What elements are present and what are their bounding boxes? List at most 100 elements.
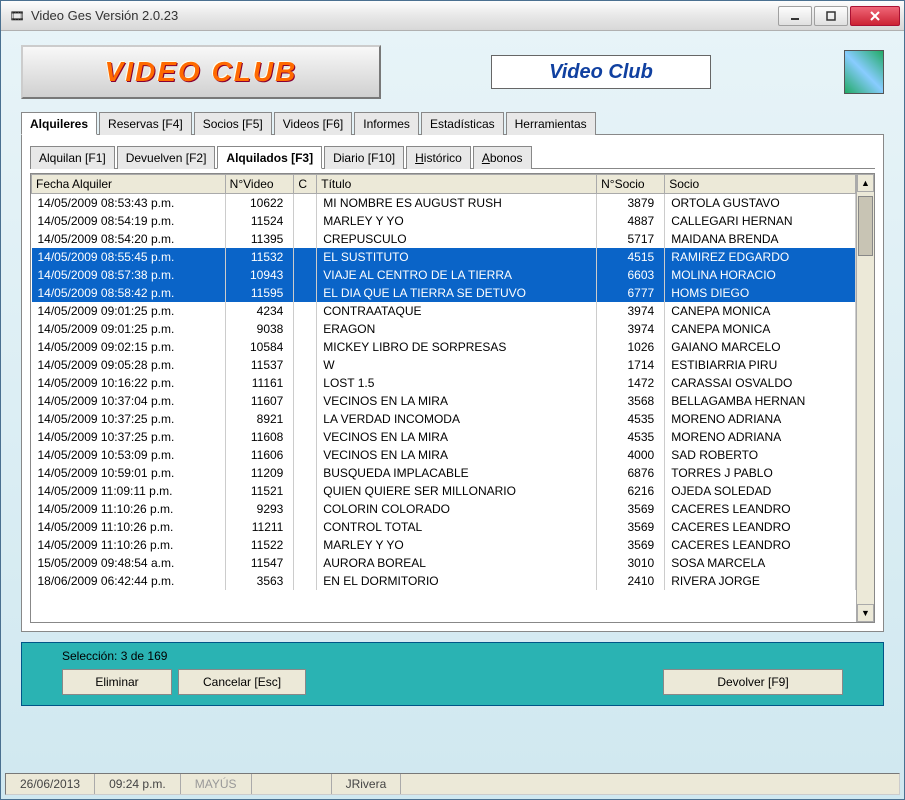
cell-fecha: 14/05/2009 10:16:22 p.m.: [32, 374, 226, 392]
devolver-button[interactable]: Devolver [F9]: [663, 669, 843, 695]
table-row[interactable]: 14/05/2009 08:57:38 p.m.10943VIAJE AL CE…: [32, 266, 856, 284]
cell-nsocio: 4515: [597, 248, 665, 266]
sub-tab-4[interactable]: Histórico: [406, 146, 471, 169]
table-row[interactable]: 14/05/2009 09:01:25 p.m.4234CONTRAATAQUE…: [32, 302, 856, 320]
table-body: 14/05/2009 08:53:43 p.m.10622MI NOMBRE E…: [32, 194, 856, 590]
cell-fecha: 14/05/2009 09:01:25 p.m.: [32, 320, 226, 338]
cell-fecha: 14/05/2009 09:01:25 p.m.: [32, 302, 226, 320]
main-panel: Alquilan [F1]Devuelven [F2]Alquilados [F…: [21, 135, 884, 632]
table-row[interactable]: 14/05/2009 11:09:11 p.m.11521QUIEN QUIER…: [32, 482, 856, 500]
header-banner: VIDEO CLUB Video Club: [21, 43, 884, 101]
cell-fecha: 14/05/2009 08:55:45 p.m.: [32, 248, 226, 266]
window-controls: [778, 6, 900, 26]
col-header-2[interactable]: C: [294, 175, 317, 194]
table-scroll[interactable]: Fecha AlquilerN°VideoCTítuloN°SocioSocio…: [31, 174, 856, 622]
cell-nvideo: 11524: [225, 212, 294, 230]
close-button[interactable]: [850, 6, 900, 26]
cell-titulo: LA VERDAD INCOMODA: [317, 410, 597, 428]
cell-c: [294, 536, 317, 554]
cell-nvideo: 11537: [225, 356, 294, 374]
cell-nvideo: 11606: [225, 446, 294, 464]
table-row[interactable]: 15/05/2009 09:48:54 a.m.11547AURORA BORE…: [32, 554, 856, 572]
sub-tabstrip: Alquilan [F1]Devuelven [F2]Alquilados [F…: [30, 145, 875, 169]
maximize-button[interactable]: [814, 6, 848, 26]
cell-nvideo: 9038: [225, 320, 294, 338]
cell-socio: GAIANO MARCELO: [665, 338, 856, 356]
scroll-up-arrow-icon[interactable]: ▲: [857, 174, 874, 192]
cell-nsocio: 1472: [597, 374, 665, 392]
sub-tab-2[interactable]: Alquilados [F3]: [217, 146, 322, 169]
cell-socio: CANEPA MONICA: [665, 302, 856, 320]
cell-titulo: EL SUSTITUTO: [317, 248, 597, 266]
col-header-5[interactable]: Socio: [665, 175, 856, 194]
table-row[interactable]: 14/05/2009 08:54:20 p.m.11395CREPUSCULO5…: [32, 230, 856, 248]
sub-tab-3[interactable]: Diario [F10]: [324, 146, 404, 169]
cell-nsocio: 6216: [597, 482, 665, 500]
scroll-down-arrow-icon[interactable]: ▼: [857, 604, 874, 622]
sub-tab-1[interactable]: Devuelven [F2]: [117, 146, 216, 169]
cell-titulo: VECINOS EN LA MIRA: [317, 428, 597, 446]
cell-fecha: 14/05/2009 10:37:25 p.m.: [32, 428, 226, 446]
cell-nvideo: 11608: [225, 428, 294, 446]
cell-nvideo: 11521: [225, 482, 294, 500]
col-header-0[interactable]: Fecha Alquiler: [32, 175, 226, 194]
table-row[interactable]: 14/05/2009 10:37:04 p.m.11607VECINOS EN …: [32, 392, 856, 410]
table-row[interactable]: 14/05/2009 11:10:26 p.m.9293COLORIN COLO…: [32, 500, 856, 518]
cell-c: [294, 212, 317, 230]
cell-c: [294, 518, 317, 536]
table-row[interactable]: 14/05/2009 09:02:15 p.m.10584MICKEY LIBR…: [32, 338, 856, 356]
scroll-track[interactable]: [857, 192, 874, 604]
cell-c: [294, 428, 317, 446]
table-row[interactable]: 14/05/2009 10:37:25 p.m.11608 VECINOS EN …: [32, 428, 856, 446]
table-row[interactable]: 14/05/2009 10:16:22 p.m.11161LOST 1.5147…: [32, 374, 856, 392]
main-tab-2[interactable]: Socios [F5]: [194, 112, 272, 135]
scroll-thumb[interactable]: [858, 196, 873, 256]
selection-count-label: Selección: 3 de 169: [62, 649, 843, 663]
sub-tab-0[interactable]: Alquilan [F1]: [30, 146, 115, 169]
table-row[interactable]: 14/05/2009 08:54:19 p.m.11524MARLEY Y YO…: [32, 212, 856, 230]
cancelar-button[interactable]: Cancelar [Esc]: [178, 669, 306, 695]
col-header-1[interactable]: N°Video: [225, 175, 294, 194]
eliminar-button[interactable]: Eliminar: [62, 669, 172, 695]
cell-fecha: 14/05/2009 08:54:20 p.m.: [32, 230, 226, 248]
table-row[interactable]: 14/05/2009 08:55:45 p.m.11532EL SUSTITUT…: [32, 248, 856, 266]
minimize-button[interactable]: [778, 6, 812, 26]
sub-tab-5[interactable]: Abonos: [473, 146, 532, 169]
vertical-scrollbar[interactable]: ▲ ▼: [856, 174, 874, 622]
cell-socio: MORENO ADRIANA: [665, 428, 856, 446]
cell-socio: CALLEGARI HERNAN: [665, 212, 856, 230]
cell-nvideo: 11595: [225, 284, 294, 302]
table-row[interactable]: 14/05/2009 10:37:25 p.m.8921LA VERDAD IN…: [32, 410, 856, 428]
main-tab-3[interactable]: Videos [F6]: [274, 112, 352, 135]
cell-fecha: 14/05/2009 10:59:01 p.m.: [32, 464, 226, 482]
table-row[interactable]: 14/05/2009 10:53:09 p.m.11606VECINOS EN …: [32, 446, 856, 464]
main-tab-5[interactable]: Estadísticas: [421, 112, 504, 135]
main-tab-4[interactable]: Informes: [354, 112, 419, 135]
header-label-box: Video Club: [491, 55, 711, 89]
table-row[interactable]: 14/05/2009 10:59:01 p.m.11209BUSQUEDA IM…: [32, 464, 856, 482]
cell-c: [294, 194, 317, 212]
cell-fecha: 14/05/2009 09:05:28 p.m.: [32, 356, 226, 374]
cell-nvideo: 4234: [225, 302, 294, 320]
cell-titulo: EL DIA QUE LA TIERRA SE DETUVO: [317, 284, 597, 302]
table-row[interactable]: 14/05/2009 11:10:26 p.m.11211CONTROL TOT…: [32, 518, 856, 536]
cell-nvideo: 11522: [225, 536, 294, 554]
col-header-4[interactable]: N°Socio: [597, 175, 665, 194]
cell-c: [294, 320, 317, 338]
cell-socio: SOSA MARCELA: [665, 554, 856, 572]
table-row[interactable]: 14/05/2009 11:10:26 p.m.11522MARLEY Y YO…: [32, 536, 856, 554]
table-row[interactable]: 14/05/2009 09:05:28 p.m.11537W1714ESTIBI…: [32, 356, 856, 374]
table-row[interactable]: 14/05/2009 08:58:42 p.m.11595EL DIA QUE …: [32, 284, 856, 302]
table-row[interactable]: 14/05/2009 09:01:25 p.m.9038ERAGON3974CA…: [32, 320, 856, 338]
cell-fecha: 14/05/2009 11:10:26 p.m.: [32, 536, 226, 554]
main-tab-1[interactable]: Reservas [F4]: [99, 112, 192, 135]
table-row[interactable]: 18/06/2009 06:42:44 p.m.3563EN EL DORMIT…: [32, 572, 856, 590]
main-tab-6[interactable]: Herramientas: [506, 112, 596, 135]
cell-nsocio: 3879: [597, 194, 665, 212]
rentals-table[interactable]: Fecha AlquilerN°VideoCTítuloN°SocioSocio…: [31, 174, 856, 590]
main-tabstrip: AlquileresReservas [F4]Socios [F5]Videos…: [21, 111, 884, 135]
table-row[interactable]: 14/05/2009 08:53:43 p.m.10622MI NOMBRE E…: [32, 194, 856, 212]
main-tab-0[interactable]: Alquileres: [21, 112, 97, 135]
col-header-3[interactable]: Título: [317, 175, 597, 194]
cell-c: [294, 230, 317, 248]
